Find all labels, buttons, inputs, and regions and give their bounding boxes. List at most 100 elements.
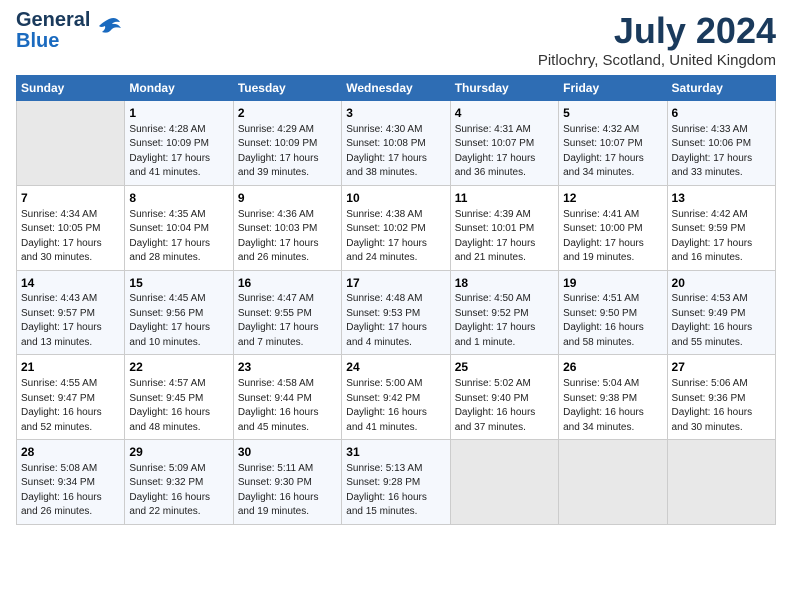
calendar-cell: 22Sunrise: 4:57 AM Sunset: 9:45 PM Dayli… [125, 355, 233, 440]
calendar-cell: 10Sunrise: 4:38 AM Sunset: 10:02 PM Dayl… [342, 185, 450, 270]
day-content: Sunrise: 4:36 AM Sunset: 10:03 PM Daylig… [238, 208, 337, 266]
calendar-cell: 30Sunrise: 5:11 AM Sunset: 9:30 PM Dayli… [233, 440, 341, 525]
col-header-wednesday: Wednesday [342, 76, 450, 101]
logo-general: General [16, 10, 90, 31]
calendar-cell: 14Sunrise: 4:43 AM Sunset: 9:57 PM Dayli… [17, 270, 125, 355]
day-content: Sunrise: 4:31 AM Sunset: 10:07 PM Daylig… [455, 123, 554, 181]
col-header-sunday: Sunday [17, 76, 125, 101]
day-content: Sunrise: 4:43 AM Sunset: 9:57 PM Dayligh… [21, 292, 120, 350]
day-content: Sunrise: 4:32 AM Sunset: 10:07 PM Daylig… [563, 123, 662, 181]
calendar-cell: 18Sunrise: 4:50 AM Sunset: 9:52 PM Dayli… [450, 270, 558, 355]
header-row: SundayMondayTuesdayWednesdayThursdayFrid… [17, 76, 776, 101]
calendar-cell: 1Sunrise: 4:28 AM Sunset: 10:09 PM Dayli… [125, 101, 233, 186]
week-row-2: 7Sunrise: 4:34 AM Sunset: 10:05 PM Dayli… [17, 185, 776, 270]
calendar-cell: 21Sunrise: 4:55 AM Sunset: 9:47 PM Dayli… [17, 355, 125, 440]
day-number: 28 [21, 444, 120, 461]
calendar-cell: 26Sunrise: 5:04 AM Sunset: 9:38 PM Dayli… [559, 355, 667, 440]
logo: General Blue [16, 10, 124, 52]
week-row-1: 1Sunrise: 4:28 AM Sunset: 10:09 PM Dayli… [17, 101, 776, 186]
day-number: 13 [672, 190, 771, 207]
col-header-saturday: Saturday [667, 76, 775, 101]
day-content: Sunrise: 4:45 AM Sunset: 9:56 PM Dayligh… [129, 292, 228, 350]
col-header-thursday: Thursday [450, 76, 558, 101]
day-number: 5 [563, 105, 662, 122]
col-header-friday: Friday [559, 76, 667, 101]
calendar-cell: 16Sunrise: 4:47 AM Sunset: 9:55 PM Dayli… [233, 270, 341, 355]
day-content: Sunrise: 4:29 AM Sunset: 10:09 PM Daylig… [238, 123, 337, 181]
day-content: Sunrise: 5:02 AM Sunset: 9:40 PM Dayligh… [455, 377, 554, 435]
calendar-table: SundayMondayTuesdayWednesdayThursdayFrid… [16, 75, 776, 525]
day-number: 29 [129, 444, 228, 461]
day-number: 1 [129, 105, 228, 122]
day-number: 27 [672, 359, 771, 376]
calendar-cell: 23Sunrise: 4:58 AM Sunset: 9:44 PM Dayli… [233, 355, 341, 440]
day-number: 21 [21, 359, 120, 376]
day-content: Sunrise: 4:41 AM Sunset: 10:00 PM Daylig… [563, 208, 662, 266]
day-number: 17 [346, 275, 445, 292]
day-content: Sunrise: 5:06 AM Sunset: 9:36 PM Dayligh… [672, 377, 771, 435]
calendar-cell: 5Sunrise: 4:32 AM Sunset: 10:07 PM Dayli… [559, 101, 667, 186]
calendar-cell: 25Sunrise: 5:02 AM Sunset: 9:40 PM Dayli… [450, 355, 558, 440]
calendar-cell: 9Sunrise: 4:36 AM Sunset: 10:03 PM Dayli… [233, 185, 341, 270]
day-number: 11 [455, 190, 554, 207]
day-number: 15 [129, 275, 228, 292]
day-content: Sunrise: 4:30 AM Sunset: 10:08 PM Daylig… [346, 123, 445, 181]
day-content: Sunrise: 4:55 AM Sunset: 9:47 PM Dayligh… [21, 377, 120, 435]
calendar-cell: 31Sunrise: 5:13 AM Sunset: 9:28 PM Dayli… [342, 440, 450, 525]
day-number: 3 [346, 105, 445, 122]
day-number: 31 [346, 444, 445, 461]
calendar-cell [17, 101, 125, 186]
day-content: Sunrise: 4:57 AM Sunset: 9:45 PM Dayligh… [129, 377, 228, 435]
calendar-cell: 7Sunrise: 4:34 AM Sunset: 10:05 PM Dayli… [17, 185, 125, 270]
day-content: Sunrise: 5:13 AM Sunset: 9:28 PM Dayligh… [346, 462, 445, 520]
calendar-cell [667, 440, 775, 525]
day-content: Sunrise: 5:04 AM Sunset: 9:38 PM Dayligh… [563, 377, 662, 435]
day-content: Sunrise: 4:42 AM Sunset: 9:59 PM Dayligh… [672, 208, 771, 266]
day-content: Sunrise: 4:33 AM Sunset: 10:06 PM Daylig… [672, 123, 771, 181]
col-header-monday: Monday [125, 76, 233, 101]
day-number: 25 [455, 359, 554, 376]
table-body: 1Sunrise: 4:28 AM Sunset: 10:09 PM Dayli… [17, 101, 776, 525]
day-content: Sunrise: 4:58 AM Sunset: 9:44 PM Dayligh… [238, 377, 337, 435]
day-content: Sunrise: 4:48 AM Sunset: 9:53 PM Dayligh… [346, 292, 445, 350]
day-number: 16 [238, 275, 337, 292]
day-content: Sunrise: 4:35 AM Sunset: 10:04 PM Daylig… [129, 208, 228, 266]
day-number: 8 [129, 190, 228, 207]
title-block: July 2024 Pitlochry, Scotland, United Ki… [538, 10, 776, 69]
day-number: 26 [563, 359, 662, 376]
calendar-cell: 17Sunrise: 4:48 AM Sunset: 9:53 PM Dayli… [342, 270, 450, 355]
week-row-4: 21Sunrise: 4:55 AM Sunset: 9:47 PM Dayli… [17, 355, 776, 440]
calendar-cell: 8Sunrise: 4:35 AM Sunset: 10:04 PM Dayli… [125, 185, 233, 270]
page: General Blue July 2024 Pitlochry, Scotla… [0, 0, 792, 535]
day-number: 12 [563, 190, 662, 207]
calendar-cell: 15Sunrise: 4:45 AM Sunset: 9:56 PM Dayli… [125, 270, 233, 355]
calendar-cell: 29Sunrise: 5:09 AM Sunset: 9:32 PM Dayli… [125, 440, 233, 525]
day-number: 22 [129, 359, 228, 376]
day-number: 14 [21, 275, 120, 292]
calendar-cell: 24Sunrise: 5:00 AM Sunset: 9:42 PM Dayli… [342, 355, 450, 440]
calendar-cell: 19Sunrise: 4:51 AM Sunset: 9:50 PM Dayli… [559, 270, 667, 355]
calendar-cell: 13Sunrise: 4:42 AM Sunset: 9:59 PM Dayli… [667, 185, 775, 270]
day-number: 24 [346, 359, 445, 376]
calendar-cell: 12Sunrise: 4:41 AM Sunset: 10:00 PM Dayl… [559, 185, 667, 270]
main-title: July 2024 [538, 10, 776, 52]
day-number: 6 [672, 105, 771, 122]
day-content: Sunrise: 4:53 AM Sunset: 9:49 PM Dayligh… [672, 292, 771, 350]
week-row-3: 14Sunrise: 4:43 AM Sunset: 9:57 PM Dayli… [17, 270, 776, 355]
calendar-cell: 2Sunrise: 4:29 AM Sunset: 10:09 PM Dayli… [233, 101, 341, 186]
day-content: Sunrise: 4:47 AM Sunset: 9:55 PM Dayligh… [238, 292, 337, 350]
day-number: 19 [563, 275, 662, 292]
day-content: Sunrise: 4:28 AM Sunset: 10:09 PM Daylig… [129, 123, 228, 181]
day-number: 20 [672, 275, 771, 292]
day-number: 9 [238, 190, 337, 207]
day-content: Sunrise: 4:34 AM Sunset: 10:05 PM Daylig… [21, 208, 120, 266]
day-number: 30 [238, 444, 337, 461]
day-number: 7 [21, 190, 120, 207]
day-content: Sunrise: 5:00 AM Sunset: 9:42 PM Dayligh… [346, 377, 445, 435]
day-content: Sunrise: 4:39 AM Sunset: 10:01 PM Daylig… [455, 208, 554, 266]
subtitle: Pitlochry, Scotland, United Kingdom [538, 52, 776, 69]
logo-bird-icon [94, 14, 124, 49]
calendar-cell: 6Sunrise: 4:33 AM Sunset: 10:06 PM Dayli… [667, 101, 775, 186]
calendar-cell: 27Sunrise: 5:06 AM Sunset: 9:36 PM Dayli… [667, 355, 775, 440]
week-row-5: 28Sunrise: 5:08 AM Sunset: 9:34 PM Dayli… [17, 440, 776, 525]
